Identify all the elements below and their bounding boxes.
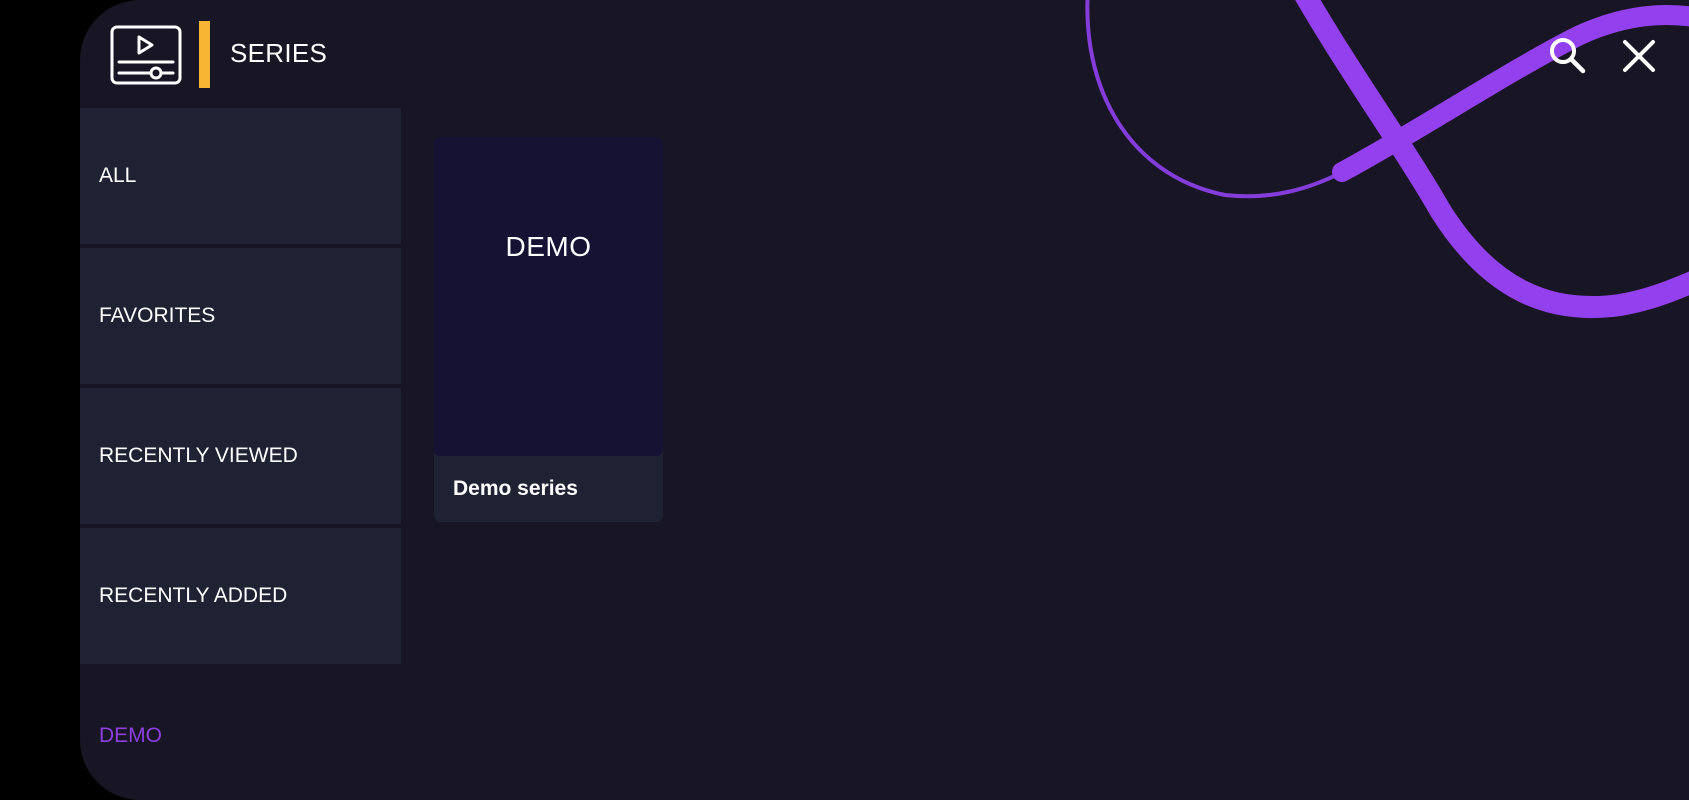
category-item-recently-added[interactable]: RECENTLY ADDED (80, 528, 401, 664)
series-title: Demo series (453, 477, 578, 500)
series-card[interactable]: DEMO Demo series (434, 137, 663, 522)
search-button[interactable] (1546, 34, 1590, 78)
series-thumbnail: DEMO (434, 137, 663, 456)
thumbnail-text: DEMO (505, 231, 592, 262)
close-icon (1623, 40, 1655, 72)
category-label: FAVORITES (99, 304, 216, 327)
category-item-favorites[interactable]: FAVORITES (80, 248, 401, 384)
page-title: SERIES (230, 38, 328, 68)
video-player-icon (110, 25, 182, 85)
title-accent-bar (199, 21, 210, 88)
category-sidebar: ALL FAVORITES RECENTLY VIEWED RECENTLY A… (80, 108, 401, 800)
category-item-recently-viewed[interactable]: RECENTLY VIEWED (80, 388, 401, 524)
category-label: ALL (99, 164, 137, 187)
category-item-demo[interactable]: DEMO (80, 668, 401, 800)
top-bar: SERIES (80, 0, 1689, 108)
category-label: RECENTLY VIEWED (99, 444, 298, 467)
search-icon (1550, 38, 1586, 74)
category-item-all[interactable]: ALL (80, 108, 401, 244)
category-label: RECENTLY ADDED (99, 584, 288, 607)
category-label: DEMO (99, 724, 162, 747)
close-button[interactable] (1617, 34, 1661, 78)
app-screen: SERIES ALL FAVORITES RECENTLY VIEWED REC… (80, 0, 1689, 800)
